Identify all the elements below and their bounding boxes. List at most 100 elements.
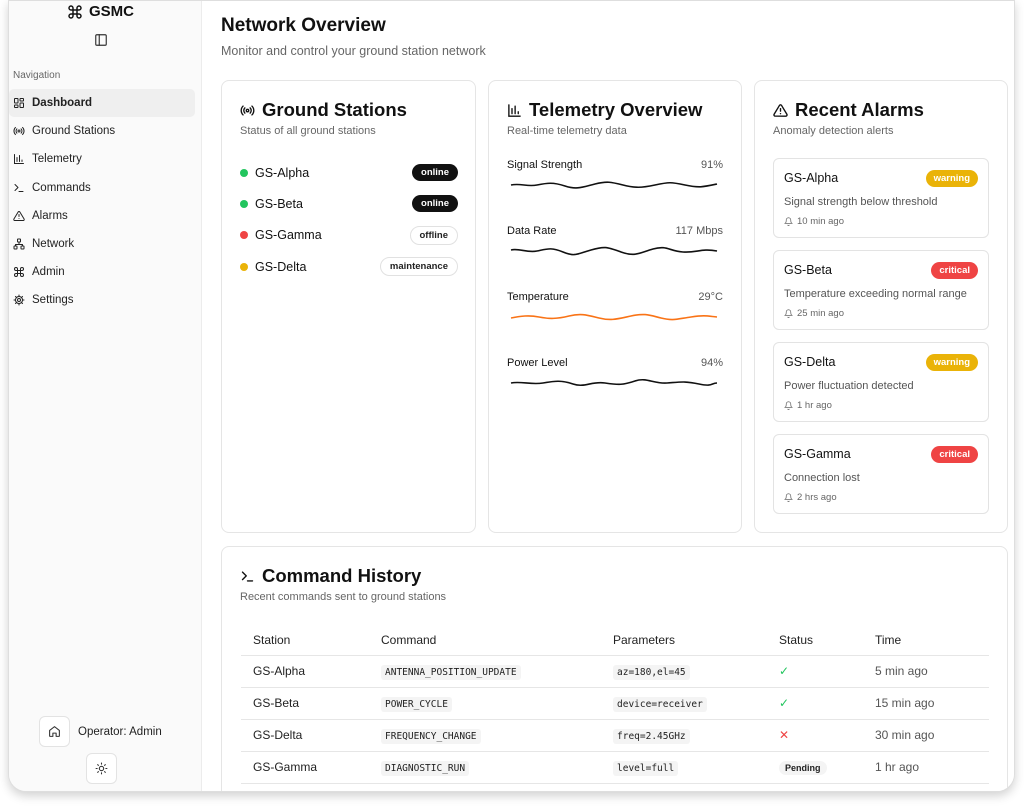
sidebar-item-network[interactable]: Network [9, 230, 195, 258]
command-table: Station Command Parameters Status Time G… [241, 625, 989, 784]
sidebar-item-label: Dashboard [32, 97, 93, 109]
nav-section-label: Navigation [13, 70, 61, 81]
sidebar: GSMC Navigation Dashboard Ground Station… [9, 1, 201, 791]
status-dot [240, 168, 248, 177]
column-header: Command [369, 625, 601, 656]
card-subtitle: Real-time telemetry data [507, 125, 627, 137]
severity-badge: warning [925, 170, 978, 187]
station-cell: GS-Alpha [241, 655, 369, 688]
metric-value: 29°C [698, 291, 723, 303]
command-code: ANTENNA_POSITION_UPDATE [381, 665, 521, 680]
dashboard-icon [14, 98, 24, 108]
alarm-message: Connection lost [784, 472, 860, 484]
table-row[interactable]: GS-Alpha ANTENNA_POSITION_UPDATE az=180,… [241, 655, 989, 688]
status-dot [240, 231, 248, 240]
params-code: freq=2.45GHz [613, 729, 690, 744]
table-row[interactable]: GS-Gamma DIAGNOSTIC_RUN level=full Pendi… [241, 751, 989, 784]
bell-icon [784, 309, 793, 318]
sidebar-item-settings[interactable]: Settings [9, 286, 195, 314]
alarm-item[interactable]: GS-Alpha warning Signal strength below t… [773, 158, 989, 238]
card-subtitle: Recent commands sent to ground stations [240, 591, 447, 603]
card-title: Recent Alarms [773, 99, 924, 121]
terminal-icon [241, 570, 254, 582]
metric-label: Signal Strength [507, 159, 583, 171]
check-icon: ✓ [779, 664, 790, 678]
status-badge: online [412, 195, 458, 213]
severity-badge: critical [931, 262, 978, 279]
params-cell: level=full [601, 751, 767, 784]
sidebar-item-commands[interactable]: Commands [9, 174, 195, 202]
status-dot [240, 199, 248, 208]
home-button[interactable] [39, 716, 70, 747]
severity-badge: critical [931, 446, 978, 463]
bell-icon [784, 493, 793, 502]
radio-icon [13, 127, 25, 136]
command-icon [14, 267, 24, 278]
card-title-text: Command History [262, 565, 422, 586]
card-subtitle: Status of all ground stations [240, 125, 376, 137]
column-header: Station [241, 625, 369, 656]
alarm-time: 25 min ago [784, 308, 844, 319]
severity-badge: warning [925, 354, 978, 371]
sidebar-item-label: Admin [32, 266, 65, 279]
command-cell: POWER_CYCLE [369, 687, 601, 720]
recent-alarms-card: Recent Alarms Anomaly detection alerts G… [754, 80, 1008, 533]
alarm-message: Signal strength below threshold [784, 196, 938, 208]
radio-icon [240, 104, 255, 116]
table-row[interactable]: GS-Beta POWER_CYCLE device=receiver ✓ 15… [241, 687, 989, 720]
operator-label: Operator: Admin [78, 725, 162, 738]
card-subtitle: Anomaly detection alerts [773, 125, 894, 137]
params-code: level=full [613, 761, 679, 776]
card-title: Ground Stations [240, 99, 407, 121]
bar-chart-icon [508, 103, 521, 117]
station-row[interactable]: GS-Gamma offline [240, 220, 458, 251]
alarm-time: 2 hrs ago [784, 492, 837, 503]
sun-icon [95, 762, 108, 775]
metric-value: 91% [700, 159, 723, 171]
sidebar-item-admin[interactable]: Admin [9, 258, 195, 286]
ground-stations-card: Ground Stations Status of all ground sta… [221, 80, 476, 533]
table-row[interactable]: GS-Delta FREQUENCY_CHANGE freq=2.45GHz ✕… [241, 719, 989, 752]
station-row[interactable]: GS-Delta maintenance [240, 251, 458, 282]
alarm-time-text: 25 min ago [797, 308, 845, 319]
sidebar-item-ground-stations[interactable]: Ground Stations [9, 117, 195, 145]
command-cell: DIAGNOSTIC_RUN [369, 751, 601, 784]
command-cell: FREQUENCY_CHANGE [369, 719, 601, 752]
table-header-row: Station Command Parameters Status Time [241, 625, 989, 656]
command-icon [68, 4, 82, 19]
theme-toggle-button[interactable] [86, 753, 117, 784]
sidebar-item-dashboard[interactable]: Dashboard [9, 89, 195, 117]
home-icon [49, 726, 60, 737]
brand[interactable]: GSMC [67, 3, 134, 20]
alarm-item[interactable]: GS-Delta warning Power fluctuation detec… [773, 342, 989, 422]
sidebar-item-telemetry[interactable]: Telemetry [9, 145, 195, 173]
command-code: DIAGNOSTIC_RUN [381, 761, 470, 776]
alert-triangle-icon [773, 103, 788, 117]
sidebar-toggle-icon[interactable] [94, 33, 108, 47]
sparkline [510, 378, 718, 387]
sidebar-item-alarms[interactable]: Alarms [9, 202, 195, 230]
status-cell: Pending [767, 751, 863, 784]
telemetry-metric: Temperature 29°C [507, 291, 723, 325]
station-cell: GS-Delta [241, 719, 369, 752]
app-window: GSMC Navigation Dashboard Ground Station… [8, 0, 1015, 792]
gear-icon [13, 294, 25, 306]
alarm-station: GS-Alpha [784, 171, 839, 185]
alarm-item[interactable]: GS-Gamma critical Connection lost 2 hrs … [773, 434, 989, 514]
station-row[interactable]: GS-Alpha online [240, 157, 458, 188]
alarm-item[interactable]: GS-Beta critical Temperature exceeding n… [773, 250, 989, 330]
card-title: Telemetry Overview [507, 99, 702, 121]
telemetry-metric: Data Rate 117 Mbps [507, 225, 723, 259]
bell-icon [784, 401, 793, 410]
alarm-time: 1 hr ago [784, 400, 832, 411]
metric-value: 117 Mbps [675, 225, 724, 237]
sidebar-nav: Dashboard Ground Stations Telemetry Comm… [9, 89, 195, 315]
alarm-message: Power fluctuation detected [784, 380, 914, 392]
params-cell: az=180,el=45 [601, 655, 767, 688]
station-name: GS-Gamma [255, 228, 322, 243]
alarm-station: GS-Beta [784, 263, 832, 277]
sidebar-item-label: Ground Stations [32, 125, 116, 138]
page-subtitle: Monitor and control your ground station … [221, 44, 486, 58]
station-row[interactable]: GS-Beta online [240, 188, 458, 219]
station-name: GS-Beta [255, 196, 303, 211]
